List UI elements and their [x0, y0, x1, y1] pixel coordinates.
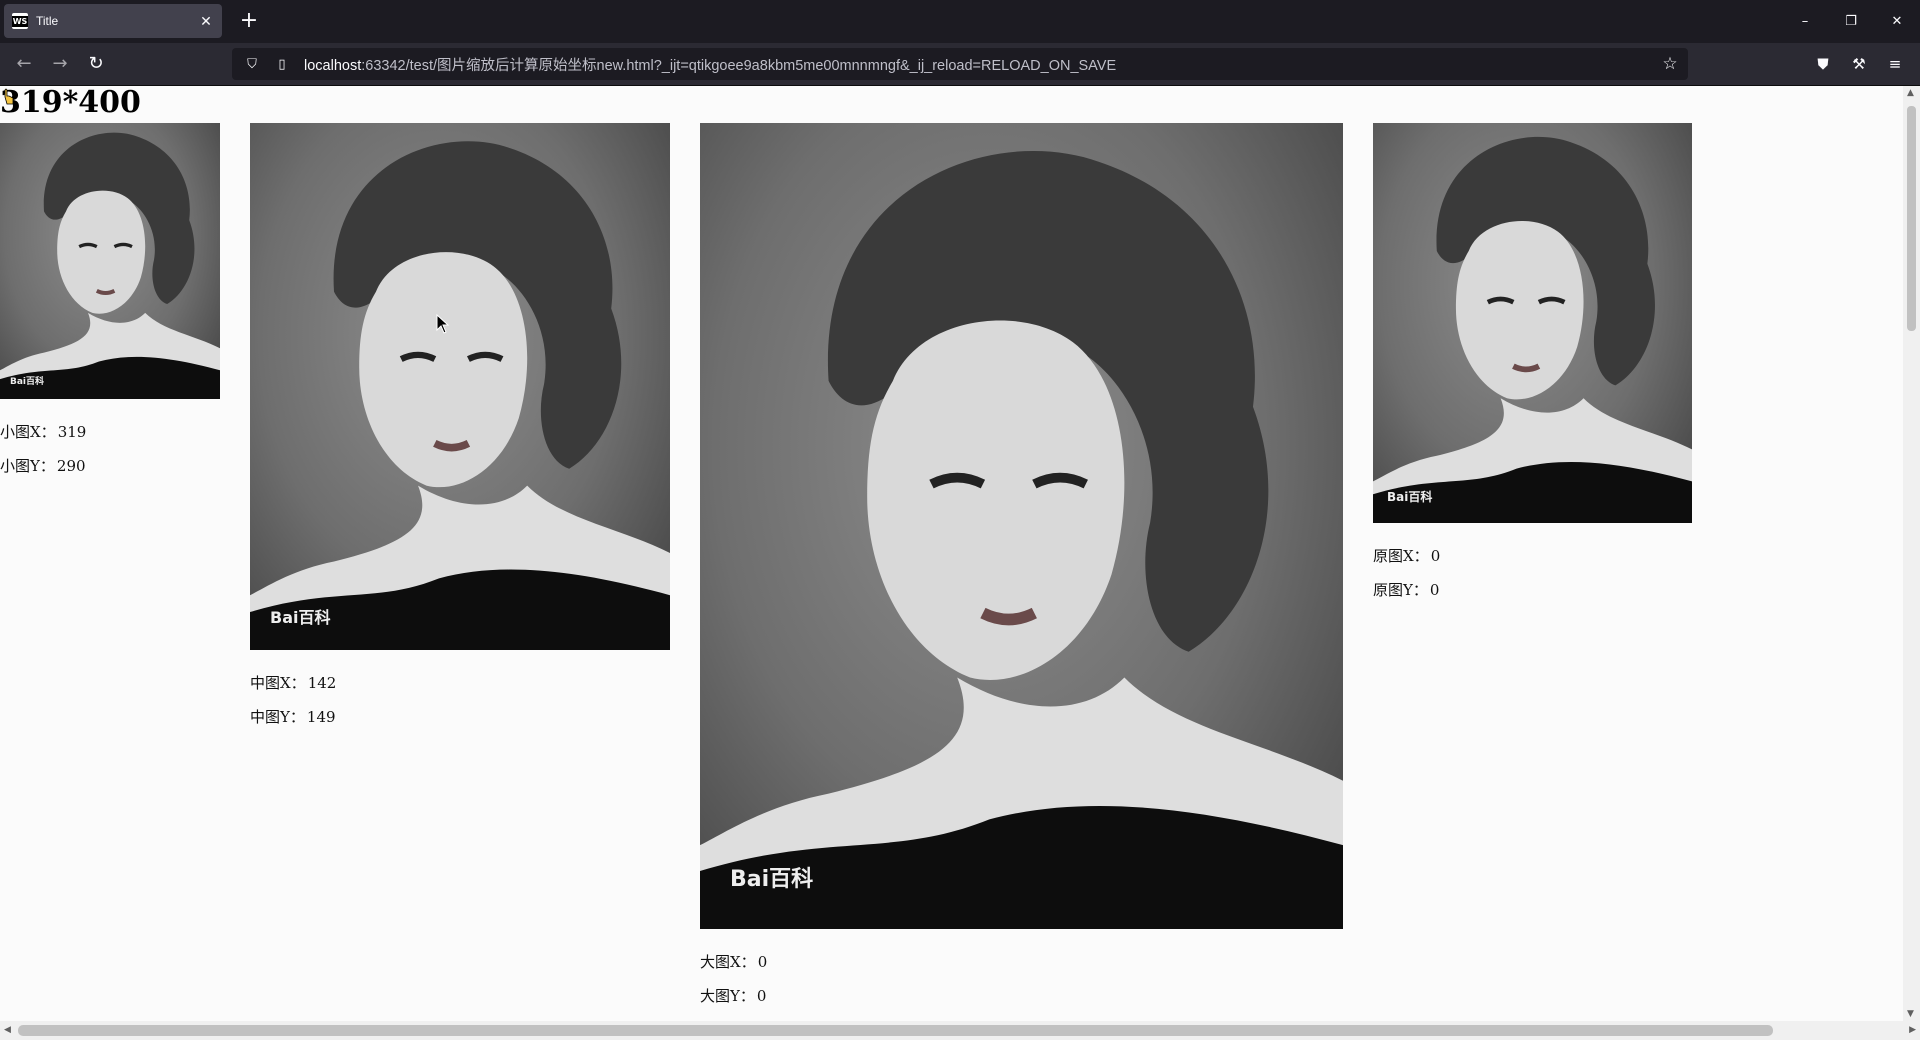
tab-title-tab[interactable]: WS Title ✕ — [4, 4, 222, 38]
scroll-left-arrow-icon[interactable]: ◀ — [4, 1025, 11, 1035]
forward-arrow-icon[interactable]: → — [46, 50, 74, 78]
tab-title: Title — [36, 14, 59, 28]
mouse-pointer-icon — [436, 314, 450, 334]
watermark: Bai百科 — [1387, 490, 1433, 504]
original-x-readout: 原图X： 0 — [1373, 547, 1441, 565]
url-bar[interactable]: ⛉ ▯ localhost:63342/test/图片缩放后计算原始坐标new.… — [232, 48, 1688, 80]
small-x-readout: 小图X： 319 — [0, 423, 87, 441]
hand-cursor-icon — [4, 88, 14, 105]
medium-y-readout: 中图Y： 149 — [250, 708, 336, 726]
original-y-readout: 原图Y： 0 — [1373, 581, 1440, 599]
vertical-scroll-thumb[interactable] — [1907, 106, 1916, 331]
url-text[interactable]: localhost:63342/test/图片缩放后计算原始坐标new.html… — [304, 54, 1116, 75]
wrench-icon[interactable]: ⚒ — [1845, 50, 1873, 78]
navigation-toolbar: ← → ↻ ⛉ ▯ localhost:63342/test/图片缩放后计算原始… — [0, 43, 1920, 86]
portrait-image-icon — [1373, 136, 1692, 523]
webstorm-favicon-icon: WS — [11, 13, 29, 29]
large-y-readout: 大图Y： 0 — [700, 987, 767, 1005]
page-heading: 319*400 — [0, 86, 141, 120]
pocket-icon[interactable]: ⛊ — [1809, 50, 1837, 78]
close-tab-icon[interactable]: ✕ — [198, 13, 214, 30]
portrait-image-icon — [700, 150, 1343, 929]
horizontal-scroll-thumb[interactable] — [18, 1025, 1773, 1036]
tab-bar: WS Title ✕ + – ❐ ✕ — [0, 0, 1920, 43]
window-controls: – ❐ ✕ — [1782, 0, 1920, 43]
close-window-button[interactable]: ✕ — [1874, 0, 1920, 43]
large-x-readout: 大图X： 0 — [700, 953, 768, 971]
watermark: Bai百科 — [730, 867, 814, 892]
new-tab-button[interactable]: + — [236, 8, 262, 34]
watermark: Bai百科 — [10, 377, 45, 387]
shield-icon[interactable]: ⛉ — [242, 57, 262, 72]
vertical-scrollbar[interactable]: ▲ ▼ — [1903, 86, 1920, 1021]
page-viewport: 319*400 Bai百科 小图X： 319 小图Y： 290 Bai百科 中图X：… — [0, 86, 1903, 1021]
large-image[interactable]: Bai百科 — [700, 123, 1343, 929]
restore-button[interactable]: ❐ — [1828, 0, 1874, 43]
watermark: Bai百科 — [270, 608, 331, 627]
scroll-up-arrow-icon[interactable]: ▲ — [1907, 88, 1914, 98]
scroll-down-arrow-icon[interactable]: ▼ — [1907, 1009, 1914, 1019]
portrait-image-icon — [250, 141, 670, 650]
page-icon[interactable]: ▯ — [272, 57, 292, 72]
portrait-image-icon — [0, 132, 220, 399]
scroll-right-arrow-icon[interactable]: ▶ — [1909, 1025, 1916, 1035]
small-image[interactable]: Bai百科 — [0, 123, 220, 399]
medium-image[interactable]: Bai百科 — [250, 123, 670, 650]
horizontal-scrollbar[interactable]: ◀ ▶ — [0, 1021, 1920, 1040]
bookmark-star-icon[interactable]: ☆ — [1658, 54, 1682, 74]
small-y-readout: 小图Y： 290 — [0, 457, 86, 475]
original-image[interactable]: Bai百科 — [1373, 123, 1692, 523]
minimize-button[interactable]: – — [1782, 0, 1828, 43]
back-arrow-icon[interactable]: ← — [10, 50, 38, 78]
hamburger-menu-icon[interactable]: ≡ — [1881, 50, 1909, 78]
reload-icon[interactable]: ↻ — [82, 50, 110, 78]
medium-x-readout: 中图X： 142 — [250, 674, 337, 692]
